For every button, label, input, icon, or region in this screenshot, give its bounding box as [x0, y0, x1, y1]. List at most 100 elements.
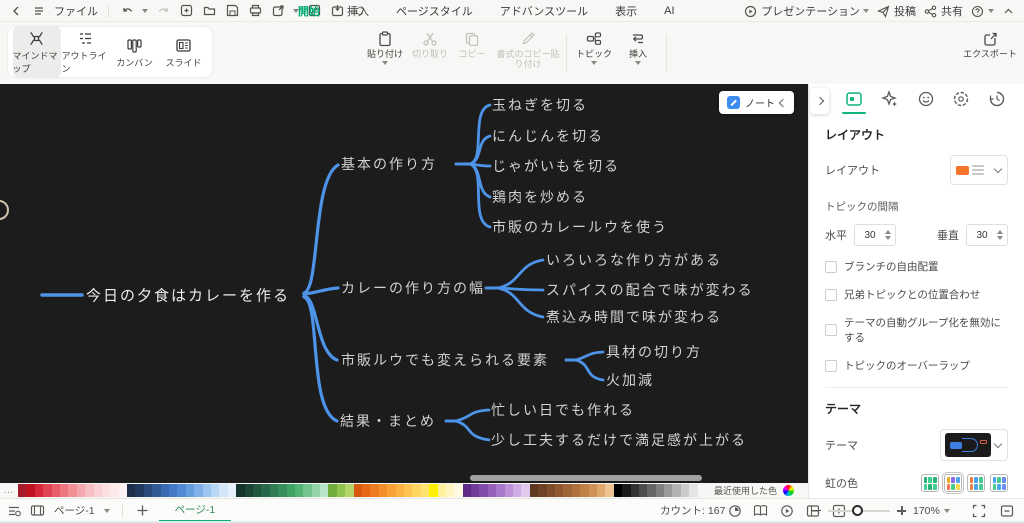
color-swatch[interactable]	[378, 484, 388, 497]
checkbox-icon[interactable]	[825, 260, 837, 273]
color-swatch[interactable]	[127, 484, 136, 497]
color-swatch[interactable]	[219, 484, 228, 497]
zoom-slider[interactable]	[828, 504, 890, 516]
mindmap-subtopic[interactable]: 火加減	[606, 370, 654, 390]
color-swatch[interactable]	[974, 476, 978, 483]
color-swatch[interactable]	[76, 484, 86, 497]
color-swatch[interactable]	[580, 484, 589, 497]
color-swatch[interactable]	[928, 476, 932, 483]
step-down-icon[interactable]	[885, 236, 891, 240]
palette-more-icon[interactable]: …	[0, 485, 18, 496]
color-swatch[interactable]	[177, 484, 186, 497]
color-swatch[interactable]	[169, 484, 178, 497]
color-swatch[interactable]	[1001, 483, 1006, 490]
checkbox-icon[interactable]	[825, 324, 837, 336]
mindmap-subtopic[interactable]: 具材の切り方	[606, 342, 702, 362]
theme-select[interactable]	[940, 429, 1008, 461]
collapse-ribbon-icon[interactable]	[1000, 4, 1016, 19]
color-swatch[interactable]	[194, 484, 203, 497]
color-swatch[interactable]	[504, 484, 514, 497]
undo-caret-icon[interactable]	[142, 8, 148, 13]
color-swatch[interactable]	[655, 484, 665, 497]
color-swatch[interactable]	[210, 484, 220, 497]
color-swatch[interactable]	[437, 484, 446, 497]
print-icon[interactable]	[247, 3, 263, 18]
checkbox-topic-overlap[interactable]: トピックのオーバーラップ	[825, 358, 1008, 373]
color-swatch[interactable]	[286, 484, 295, 497]
color-swatch[interactable]	[160, 484, 170, 497]
mindmap-subtopic[interactable]: 少し工夫するだけで満足感が上がる	[491, 430, 747, 450]
color-swatch[interactable]	[43, 484, 52, 497]
color-swatch[interactable]	[454, 484, 463, 497]
panel-tab-ai-magic[interactable]	[877, 90, 903, 114]
color-swatch[interactable]	[513, 484, 522, 497]
step-up-icon[interactable]	[885, 230, 891, 234]
note-panel-button[interactable]: ノート	[719, 91, 794, 114]
color-swatch[interactable]	[992, 483, 997, 490]
page-select-value[interactable]: ページ-1	[54, 503, 95, 518]
color-swatch[interactable]	[320, 484, 329, 497]
color-swatch[interactable]	[697, 484, 707, 497]
color-swatch[interactable]	[118, 484, 128, 497]
color-swatch[interactable]	[487, 484, 497, 497]
new-document-icon[interactable]	[178, 3, 194, 18]
color-swatch[interactable]	[613, 484, 623, 497]
color-swatch[interactable]	[143, 484, 153, 497]
vertical-spacing-stepper[interactable]: 30	[966, 224, 1008, 246]
color-swatch[interactable]	[555, 484, 564, 497]
color-swatch[interactable]	[955, 476, 960, 483]
color-swatch[interactable]	[1001, 476, 1006, 483]
tab-insert[interactable]: 挿入	[347, 3, 369, 19]
color-swatch[interactable]	[563, 484, 572, 497]
color-swatch[interactable]	[387, 484, 396, 497]
color-swatch[interactable]	[630, 484, 639, 497]
share-export-icon[interactable]	[270, 3, 286, 18]
spellcheck-book-icon[interactable]	[753, 503, 768, 518]
mindmap-subtopic[interactable]: 鶏肉を炒める	[492, 187, 588, 207]
color-swatch[interactable]	[588, 484, 597, 497]
share-button[interactable]: 共有	[922, 3, 963, 19]
panel-tab-badge[interactable]	[948, 90, 974, 114]
color-swatch[interactable]	[110, 484, 119, 497]
tab-ai[interactable]: AI	[664, 5, 674, 17]
checkbox-icon[interactable]	[825, 359, 837, 372]
color-swatch[interactable]	[571, 484, 581, 497]
redo-icon[interactable]	[155, 3, 171, 18]
color-swatch[interactable]	[479, 484, 488, 497]
panel-tab-layout[interactable]	[841, 90, 867, 114]
checkbox-free-branch-layout[interactable]: ブランチの自由配置	[825, 259, 1008, 274]
color-swatch[interactable]	[471, 484, 480, 497]
color-swatch[interactable]	[978, 483, 983, 490]
tab-view[interactable]: 表示	[615, 3, 637, 19]
color-swatch[interactable]	[93, 484, 102, 497]
color-swatch[interactable]	[353, 484, 363, 497]
page-tab-active[interactable]: ページ-1	[158, 499, 232, 522]
color-swatch[interactable]	[412, 484, 421, 497]
panel-tab-sticker[interactable]	[913, 90, 939, 114]
fullscreen-icon[interactable]	[971, 503, 986, 518]
color-swatch[interactable]	[227, 484, 237, 497]
color-swatch[interactable]	[992, 476, 997, 483]
export-button[interactable]: エクスポート	[962, 31, 1018, 59]
mode-outline[interactable]: アウトライン	[62, 26, 110, 78]
color-swatch[interactable]	[997, 483, 1001, 490]
paste-button[interactable]: 貼り付け	[362, 31, 408, 65]
color-swatch[interactable]	[955, 483, 960, 490]
color-swatch[interactable]	[932, 476, 937, 483]
checkbox-icon[interactable]	[825, 288, 837, 301]
color-swatch[interactable]	[362, 484, 371, 497]
cut-button[interactable]: 切り取り	[408, 31, 452, 59]
color-swatch[interactable]	[672, 484, 681, 497]
mode-slide[interactable]: スライド	[160, 33, 208, 72]
color-swatch[interactable]	[689, 484, 698, 497]
color-swatch[interactable]	[951, 476, 955, 483]
color-swatch[interactable]	[395, 484, 404, 497]
color-swatch[interactable]	[303, 484, 312, 497]
color-swatch[interactable]	[429, 484, 438, 497]
mindmap-subtopic[interactable]: 市販のカレールウを使う	[492, 217, 668, 237]
color-swatch[interactable]	[68, 484, 77, 497]
rainbow-option-mono[interactable]	[921, 474, 939, 492]
color-swatch[interactable]	[445, 484, 455, 497]
color-swatch[interactable]	[951, 483, 955, 490]
file-menu[interactable]: ファイル	[54, 3, 98, 19]
